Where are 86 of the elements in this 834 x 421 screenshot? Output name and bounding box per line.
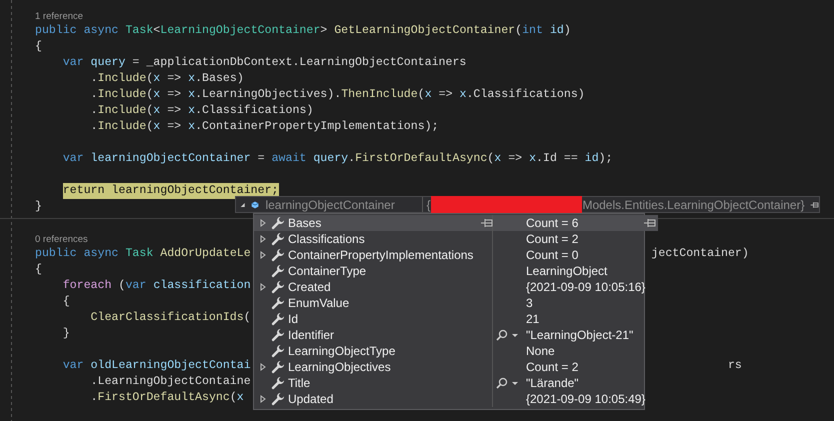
object-icon <box>251 198 260 210</box>
member-name: Id <box>288 312 298 326</box>
member-name: Title <box>288 376 310 390</box>
pin-icon[interactable] <box>810 200 819 210</box>
member-value: None <box>526 344 555 358</box>
code-line: { <box>62 294 70 310</box>
variable-name: learningObjectContainer <box>265 198 395 212</box>
expand-arrow-icon[interactable] <box>260 363 266 371</box>
member-row[interactable]: LearningObjectType None <box>254 343 644 359</box>
member-name: Identifier <box>288 328 334 342</box>
member-value: Count = 2 <box>526 232 578 246</box>
code-line: .Include(x => x.Classifications) <box>90 103 314 119</box>
wrench-icon <box>271 248 285 262</box>
member-name: EnumValue <box>288 296 350 310</box>
code-lens[interactable]: 1 reference <box>35 11 84 22</box>
expand-triangle-icon[interactable] <box>240 200 246 208</box>
pin-icon[interactable] <box>643 218 657 228</box>
member-value: Count = 0 <box>526 248 578 262</box>
code-line: } <box>35 199 42 215</box>
member-value: Count = 2 <box>526 360 578 374</box>
member-value: {2021-09-09 10:05:16} <box>526 280 646 294</box>
code-line: var learningObjectContainer = await query.FirstOrDefaultAsync(x => x.Id == id); <box>62 151 613 167</box>
wrench-icon <box>271 360 285 374</box>
member-row[interactable]: Created {2021-09-09 10:05:16} <box>254 279 644 295</box>
wrench-icon <box>271 312 285 326</box>
member-value: "Lärande" <box>526 376 579 390</box>
member-row[interactable]: Classifications Count = 2 <box>254 231 644 247</box>
member-row[interactable]: Identifier "LearningObject-21" <box>254 327 644 343</box>
wrench-icon <box>271 296 285 310</box>
wrench-icon <box>271 280 285 294</box>
member-value: Count = 6 <box>526 216 578 230</box>
code-line: var query = _applicationDbContext.LearningObjectContainers <box>62 55 466 71</box>
code-line: rs <box>728 358 742 374</box>
code-line: .Include(x => x.LearningObjectives).ThenInclude(x => x.Classifications) <box>90 87 585 103</box>
expand-arrow-icon[interactable] <box>260 395 266 403</box>
code-line: public async Task AddOrUpdateLe <box>35 246 251 262</box>
member-row[interactable]: Id 21 <box>254 311 644 327</box>
member-value: LearningObject <box>526 264 608 278</box>
wrench-icon <box>271 216 285 230</box>
member-name: ContainerType <box>288 264 366 278</box>
member-name: Bases <box>288 216 322 230</box>
code-line: .Include(x => x.Bases) <box>90 71 244 87</box>
code-lens[interactable]: 0 references <box>35 234 88 245</box>
wrench-icon <box>271 392 285 406</box>
wrench-icon <box>271 232 285 246</box>
wrench-icon <box>271 376 285 390</box>
code-line: { <box>35 262 42 278</box>
member-name: Created <box>288 280 331 294</box>
value-text: Models.Entities.LearningObjectContainer} <box>582 198 805 212</box>
member-value: "LearningObject-21" <box>526 328 634 342</box>
member-name: LearningObjectives <box>288 360 391 374</box>
member-name: Classifications <box>288 232 365 246</box>
code-line: jectContainer) <box>651 246 749 262</box>
member-value: {2021-09-09 10:05:49} <box>526 392 646 406</box>
code-line: ClearClassificationIds( <box>90 310 251 326</box>
member-name: Updated <box>288 392 334 406</box>
magnifier-dropdown-icon[interactable] <box>496 377 520 389</box>
member-row[interactable]: Title "Lärande" <box>254 375 644 391</box>
code-line: foreach (var classification <box>62 278 251 294</box>
member-row[interactable]: EnumValue 3 <box>254 295 644 311</box>
wrench-icon <box>271 344 285 358</box>
pin-icon[interactable] <box>480 218 494 228</box>
code-line: public async Task<LearningObjectContainer> GetLearningObjectContainer(int id) <box>35 23 571 39</box>
wrench-icon <box>271 328 285 342</box>
wrench-icon <box>271 264 285 278</box>
member-name: LearningObjectType <box>288 344 396 358</box>
code-line: .FirstOrDefaultAsync(x <box>90 390 244 406</box>
code-line: .Include(x => x.ContainerPropertyImplementations); <box>90 119 439 135</box>
member-row[interactable]: ContainerType LearningObject <box>254 263 644 279</box>
expand-arrow-icon[interactable] <box>260 283 266 291</box>
code-line: .LearningObjectContaine <box>90 374 251 390</box>
member-value: 21 <box>526 312 540 326</box>
member-row[interactable]: LearningObjectives Count = 2 <box>254 359 644 375</box>
member-row[interactable]: Bases Count = 6 <box>254 215 658 231</box>
magnifier-dropdown-icon[interactable] <box>496 329 520 341</box>
expand-arrow-icon[interactable] <box>260 235 266 243</box>
code-line: } <box>62 326 70 342</box>
member-value: 3 <box>526 296 533 310</box>
value-text: { <box>426 198 430 212</box>
code-line: { <box>35 39 42 55</box>
code-line: var oldLearningObjectContai <box>62 358 251 374</box>
member-row[interactable]: ContainerPropertyImplementations Count = 0 <box>254 247 644 263</box>
member-name: ContainerPropertyImplementations <box>288 248 474 262</box>
expand-arrow-icon[interactable] <box>260 251 266 259</box>
expand-arrow-icon[interactable] <box>260 219 266 227</box>
member-row[interactable]: Updated {2021-09-09 10:05:49} <box>254 391 644 407</box>
